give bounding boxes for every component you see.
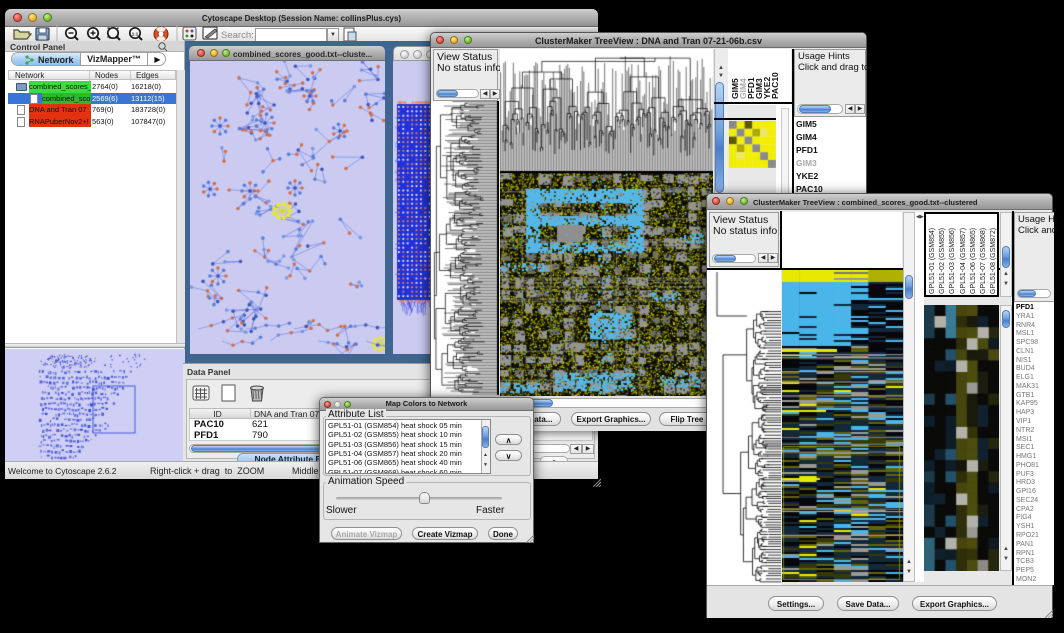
svg-text:1:1: 1:1 [132, 32, 139, 37]
